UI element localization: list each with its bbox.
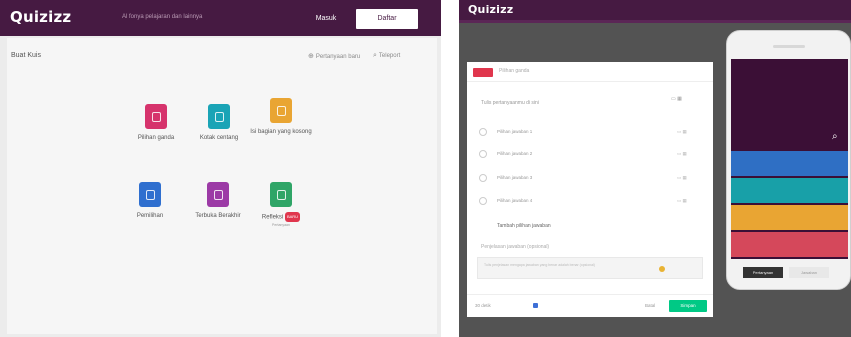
create-quiz-title: Buat Kuis [11, 52, 41, 59]
fill-blank-tile [270, 98, 292, 123]
correct-radio[interactable] [479, 150, 487, 158]
top-nav-bar: Quizizz Al fonya pelajaran dan lainnya M… [0, 0, 441, 36]
teleport-link[interactable]: ⊕ Pertanyaan baru [308, 52, 360, 60]
quizizz-logo[interactable]: Quizizz [468, 3, 513, 16]
multiple-choice-icon [151, 111, 161, 122]
search-input[interactable]: Al fonya pelajaran dan lainnya [122, 14, 202, 20]
teleport-label: Pertanyaan baru [315, 54, 361, 60]
answer-option[interactable]: Pilihan jawaban 1 ▭ ▦ [479, 126, 707, 138]
answer-media-icon[interactable]: ▭ ▦ [677, 198, 687, 204]
question-type-label: Pemilihan [136, 213, 164, 219]
zoom-icon[interactable]: ⌕ [832, 131, 838, 142]
open-ended-tile [207, 182, 229, 207]
phone-speaker [773, 45, 805, 48]
question-type-label: Pilihan ganda [137, 135, 175, 141]
teleport-icon: ⊕ [308, 53, 314, 60]
answer-media-icon[interactable]: ▭ ▦ [677, 151, 687, 157]
tab-question[interactable]: Pertanyaan [743, 267, 783, 278]
right-panel: Quizizz Pilihan ganda Tulis pertanyaanmu… [459, 0, 851, 337]
explanation-label: Penjelasan jawaban (opsional) [481, 244, 550, 250]
create-quiz-area: Buat Kuis ⊕ Pertanyaan baru ⌕ Teleport Pil… [7, 38, 437, 334]
search-icon: ⌕ [373, 52, 377, 59]
editor-footer: 30 detik Batal Simpan [467, 294, 713, 317]
fill-blank-icon [276, 105, 286, 116]
question-type-reflection[interactable]: Refleksi BARU Pertanyaan [245, 182, 317, 227]
correct-radio[interactable] [479, 197, 487, 205]
question-type-poll[interactable]: Pemilihan [114, 182, 186, 220]
editor-header: Pilihan ganda [467, 62, 713, 82]
preview-option [731, 178, 848, 203]
bank-link[interactable]: ⌕ Teleport [373, 52, 400, 60]
cancel-button[interactable]: Batal [645, 303, 655, 308]
answer-option[interactable]: Pilihan jawaban 2 ▭ ▦ [479, 148, 707, 160]
save-button[interactable]: Simpan [669, 300, 707, 312]
answer-option[interactable]: Pilihan jawaban 4 ▭ ▦ [479, 195, 707, 207]
timer-dropdown[interactable]: 30 detik [475, 303, 491, 308]
question-media-icon[interactable]: ▭ ▦ [671, 96, 682, 102]
reflection-subtitle: Pertanyaan [272, 223, 290, 227]
question-type-fill-blank[interactable]: Isi bagian yang kosong [245, 98, 317, 136]
poll-tile [139, 182, 161, 207]
answer-option[interactable]: Pilihan jawaban 3 ▭ ▦ [479, 172, 707, 184]
question-type-label: Pilihan ganda [499, 68, 530, 74]
question-type-label: Terbuka Berakhir [195, 213, 241, 219]
answer-input[interactable]: Pilihan jawaban 2 [497, 151, 532, 156]
correct-radio[interactable] [479, 174, 487, 182]
editor-top-bar: Quizizz [459, 0, 851, 20]
question-input[interactable]: Tulis pertanyaanmu di sini [481, 100, 539, 106]
top-bar-accent [459, 20, 851, 23]
explanation-placeholder: Tulis penjelasan mengapa jawaban yang be… [484, 263, 595, 267]
reflection-icon [276, 189, 286, 200]
checkbox-tile [208, 104, 230, 129]
question-type-label: Isi bagian yang kosong [250, 129, 312, 135]
question-type-dropdown[interactable] [473, 68, 493, 77]
add-option-button[interactable]: Tambah pilihan jawaban [497, 223, 551, 229]
reflection-tile [270, 182, 292, 207]
checkbox-icon [214, 111, 224, 122]
quizizz-logo[interactable]: Quizizz [10, 8, 71, 26]
login-button[interactable]: Masuk [306, 10, 346, 28]
points-icon[interactable] [533, 303, 538, 308]
correct-radio[interactable] [479, 128, 487, 136]
left-panel: Quizizz Al fonya pelajaran dan lainnya M… [0, 0, 441, 337]
new-badge: BARU [284, 212, 301, 222]
answer-input[interactable]: Pilihan jawaban 4 [497, 198, 532, 203]
question-type-open-ended[interactable]: Terbuka Berakhir [182, 182, 254, 220]
reflection-label: Refleksi [261, 214, 284, 221]
question-type-multiple-choice[interactable]: Pilihan ganda [120, 104, 192, 142]
explanation-input[interactable]: Tulis penjelasan mengapa jawaban yang be… [477, 257, 703, 279]
preview-option [731, 232, 848, 257]
preview-tabs: Pertanyaan Jawaban [743, 267, 835, 278]
open-ended-icon [213, 189, 223, 200]
bank-label: Teleport [378, 53, 401, 59]
answer-media-icon[interactable]: ▭ ▦ [677, 175, 687, 181]
phone-screen: ⌕ [731, 59, 848, 259]
explanation-media-icon[interactable] [659, 266, 665, 272]
question-type-label: Refleksi BARU [245, 212, 317, 222]
answer-input[interactable]: Pilihan jawaban 3 [497, 175, 532, 180]
preview-option [731, 151, 848, 176]
signup-button[interactable]: Daftar [356, 9, 418, 29]
tab-answer[interactable]: Jawaban [789, 267, 829, 278]
answer-media-icon[interactable]: ▭ ▦ [677, 129, 687, 135]
question-editor: Pilihan ganda Tulis pertanyaanmu di sini… [467, 62, 713, 317]
poll-icon [145, 189, 155, 200]
answer-input[interactable]: Pilihan jawaban 1 [497, 129, 532, 134]
preview-option [731, 205, 848, 230]
phone-preview: ⌕ Pertanyaan Jawaban [726, 30, 851, 290]
multiple-choice-tile [145, 104, 167, 129]
